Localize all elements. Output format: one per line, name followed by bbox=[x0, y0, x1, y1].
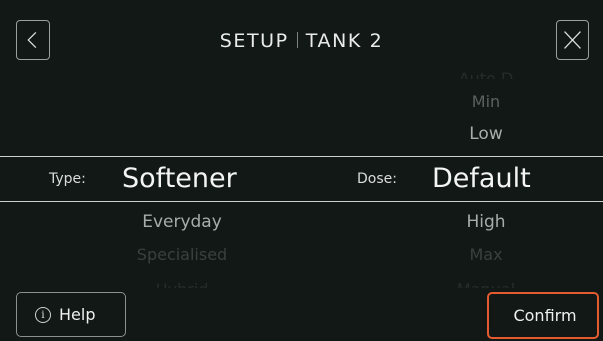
confirm-label: Confirm bbox=[513, 306, 577, 325]
type-option-specialised[interactable]: Specialised bbox=[122, 245, 242, 264]
title-setup: SETUP bbox=[219, 30, 289, 52]
close-icon bbox=[564, 31, 581, 49]
type-option-hybrid[interactable]: Hybrid bbox=[122, 280, 242, 288]
type-option-everyday[interactable]: Everyday bbox=[122, 212, 242, 232]
type-label: Type: bbox=[49, 171, 86, 187]
dose-selected[interactable]: Default bbox=[432, 163, 531, 194]
title-separator bbox=[296, 32, 298, 48]
setup-screen: SETUP TANK 2 Auto D Min Low Type: Softene… bbox=[0, 0, 603, 341]
dose-option-min[interactable]: Min bbox=[430, 92, 542, 111]
confirm-button[interactable]: Confirm bbox=[487, 292, 599, 339]
page-title: SETUP TANK 2 bbox=[0, 30, 603, 52]
dose-option-max[interactable]: Max bbox=[430, 245, 542, 264]
dose-option-high[interactable]: High bbox=[430, 212, 542, 232]
close-button[interactable] bbox=[556, 20, 589, 60]
dose-option-manual[interactable]: Manual bbox=[430, 280, 542, 288]
dose-option-low[interactable]: Low bbox=[430, 124, 542, 144]
type-selected[interactable]: Softener bbox=[122, 163, 237, 194]
title-tank: TANK 2 bbox=[305, 30, 384, 52]
info-icon: i bbox=[35, 306, 51, 323]
help-button[interactable]: i Help bbox=[16, 292, 126, 337]
dose-label: Dose: bbox=[357, 171, 397, 187]
help-label: Help bbox=[59, 305, 96, 324]
dose-option-auto[interactable]: Auto D bbox=[430, 69, 542, 79]
